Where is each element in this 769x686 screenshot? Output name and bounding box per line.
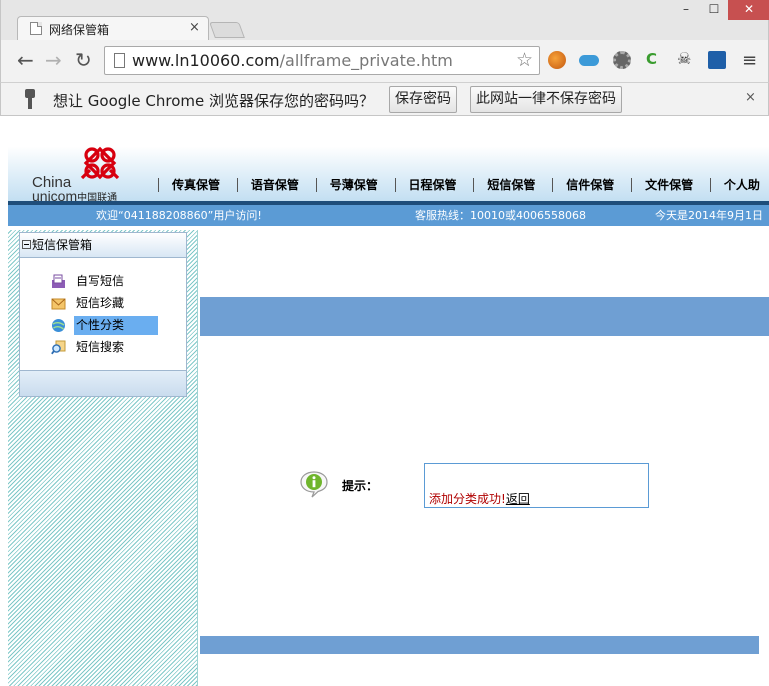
success-message: 添加分类成功! xyxy=(429,492,506,506)
nav-separator xyxy=(552,177,554,192)
nav-separator xyxy=(315,177,317,192)
nav-item-fax[interactable]: 传真保管 xyxy=(172,176,220,193)
page-viewport: China unicom中国联通 传真保管 语音保管 号薄保管 日程保管 短信保… xyxy=(8,117,769,686)
sidebar-item-write-sms[interactable]: 自写短信 xyxy=(20,271,186,293)
content-top-band xyxy=(200,297,769,336)
china-unicom-logo[interactable]: China unicom中国联通 xyxy=(32,145,142,204)
collapse-minus-icon[interactable] xyxy=(22,240,31,249)
search-magnifier-icon xyxy=(51,340,66,355)
bookmark-star-icon[interactable]: ☆ xyxy=(516,49,533,71)
message-line: 添加分类成功!返回 xyxy=(429,490,530,507)
write-sms-icon xyxy=(52,274,65,288)
chrome-menu-icon[interactable]: ≡ xyxy=(742,50,757,71)
sidebar: 短信保管箱 自写短信 短信珍藏 个性分类 短信搜索 xyxy=(8,230,198,686)
sidebar-footer xyxy=(20,370,186,396)
cloud-icon[interactable] xyxy=(579,55,599,66)
tab-close-icon[interactable]: × xyxy=(189,20,200,35)
sidebar-item-sms-search[interactable]: 短信搜索 xyxy=(20,337,186,359)
page-favicon-icon xyxy=(30,22,42,35)
address-bar[interactable]: www.ln10060.com/allframe_private.htm ☆ xyxy=(104,46,540,75)
info-strip: 欢迎“041188208860”用户访问! 客服热线：10010或4006558… xyxy=(8,205,769,226)
nav-separator xyxy=(631,177,633,192)
browser-tab[interactable]: 网络保管箱 × xyxy=(17,16,209,40)
password-infobar: 想让 Google Chrome 浏览器保存您的密码吗？ 保存密码 此网站一律不… xyxy=(0,82,769,116)
save-password-button[interactable]: 保存密码 xyxy=(389,86,457,113)
sidebar-item-custom-category[interactable]: 个性分类 xyxy=(20,315,186,337)
orange-globe-icon[interactable] xyxy=(548,51,566,69)
url-text[interactable]: www.ln10060.com/allframe_private.htm xyxy=(132,51,453,70)
reload-icon[interactable]: ↻ xyxy=(75,50,92,70)
mask-extension-icon[interactable]: ☠ xyxy=(677,49,695,68)
window-close-button[interactable]: ✕ xyxy=(728,0,769,20)
tip-label: 提示： xyxy=(342,479,379,493)
main-nav: 传真保管 语音保管 号薄保管 日程保管 短信保管 信件保管 文件保管 个人助 xyxy=(145,176,760,194)
sms-box-panel: 短信保管箱 自写短信 短信珍藏 个性分类 短信搜索 xyxy=(19,232,187,397)
message-box: 添加分类成功!返回 xyxy=(424,463,649,508)
hotline-text: 客服热线：10010或4006558068 xyxy=(415,209,586,222)
nav-separator xyxy=(473,177,475,192)
nav-separator xyxy=(158,177,159,192)
url-host: www.ln10060.com xyxy=(132,51,280,70)
window-minimize-button[interactable]: – xyxy=(673,0,699,20)
sidebar-title: 短信保管箱 xyxy=(32,238,93,252)
nav-item-files[interactable]: 文件保管 xyxy=(645,176,693,193)
nav-item-mail[interactable]: 信件保管 xyxy=(566,176,614,193)
tab-title: 网络保管箱 xyxy=(49,23,110,37)
sidebar-item-sms-collection[interactable]: 短信珍藏 xyxy=(20,293,186,315)
infobar-close-icon[interactable]: × xyxy=(745,90,756,105)
site-header: China unicom中国联通 传真保管 语音保管 号薄保管 日程保管 短信保… xyxy=(8,117,769,204)
sidebar-item-label: 个性分类 xyxy=(74,316,158,335)
info-icon xyxy=(300,471,328,498)
back-link[interactable]: 返回 xyxy=(506,492,530,506)
window-maximize-button[interactable]: ☐ xyxy=(701,0,727,20)
url-path: /allframe_private.htm xyxy=(279,51,453,70)
c-extension-icon[interactable]: C xyxy=(646,50,664,68)
forward-icon[interactable]: → xyxy=(45,50,62,70)
nav-item-voice[interactable]: 语音保管 xyxy=(251,176,299,193)
nav-separator xyxy=(709,177,711,192)
nav-separator xyxy=(236,177,238,192)
key-icon xyxy=(25,89,35,109)
never-save-password-button[interactable]: 此网站一律不保存密码 xyxy=(470,86,622,113)
gear-extension-icon[interactable] xyxy=(613,51,631,69)
collection-envelope-icon xyxy=(51,298,66,310)
welcome-text: 欢迎“041188208860”用户访问! xyxy=(96,209,262,222)
date-text: 今天是2014年9月1日 xyxy=(655,209,763,222)
nav-item-contacts[interactable]: 号薄保管 xyxy=(330,176,378,193)
sidebar-menu: 自写短信 短信珍藏 个性分类 短信搜索 xyxy=(20,271,186,359)
browser-titlebar: 网络保管箱 × – ☐ ✕ xyxy=(0,0,769,40)
sidebar-item-label: 自写短信 xyxy=(76,274,125,288)
sidebar-header[interactable]: 短信保管箱 xyxy=(20,233,186,258)
nav-item-schedule[interactable]: 日程保管 xyxy=(409,176,457,193)
unicom-knot-icon xyxy=(80,146,120,180)
nav-item-sms[interactable]: 短信保管 xyxy=(487,176,535,193)
category-globe-icon xyxy=(52,319,65,332)
browser-toolbar: ← → ↻ www.ln10060.com/allframe_private.h… xyxy=(0,40,769,82)
nav-item-assistant[interactable]: 个人助 xyxy=(724,176,760,193)
sidebar-item-label: 短信搜索 xyxy=(76,340,125,354)
page-icon xyxy=(114,53,125,68)
blue-extension-icon[interactable] xyxy=(708,51,726,69)
nav-separator xyxy=(394,177,396,192)
new-tab-button[interactable] xyxy=(209,22,245,38)
sidebar-item-label: 短信珍藏 xyxy=(76,296,125,310)
infobar-message: 想让 Google Chrome 浏览器保存您的密码吗？ xyxy=(53,92,375,110)
back-icon[interactable]: ← xyxy=(17,50,34,70)
content-bottom-band xyxy=(200,636,759,654)
